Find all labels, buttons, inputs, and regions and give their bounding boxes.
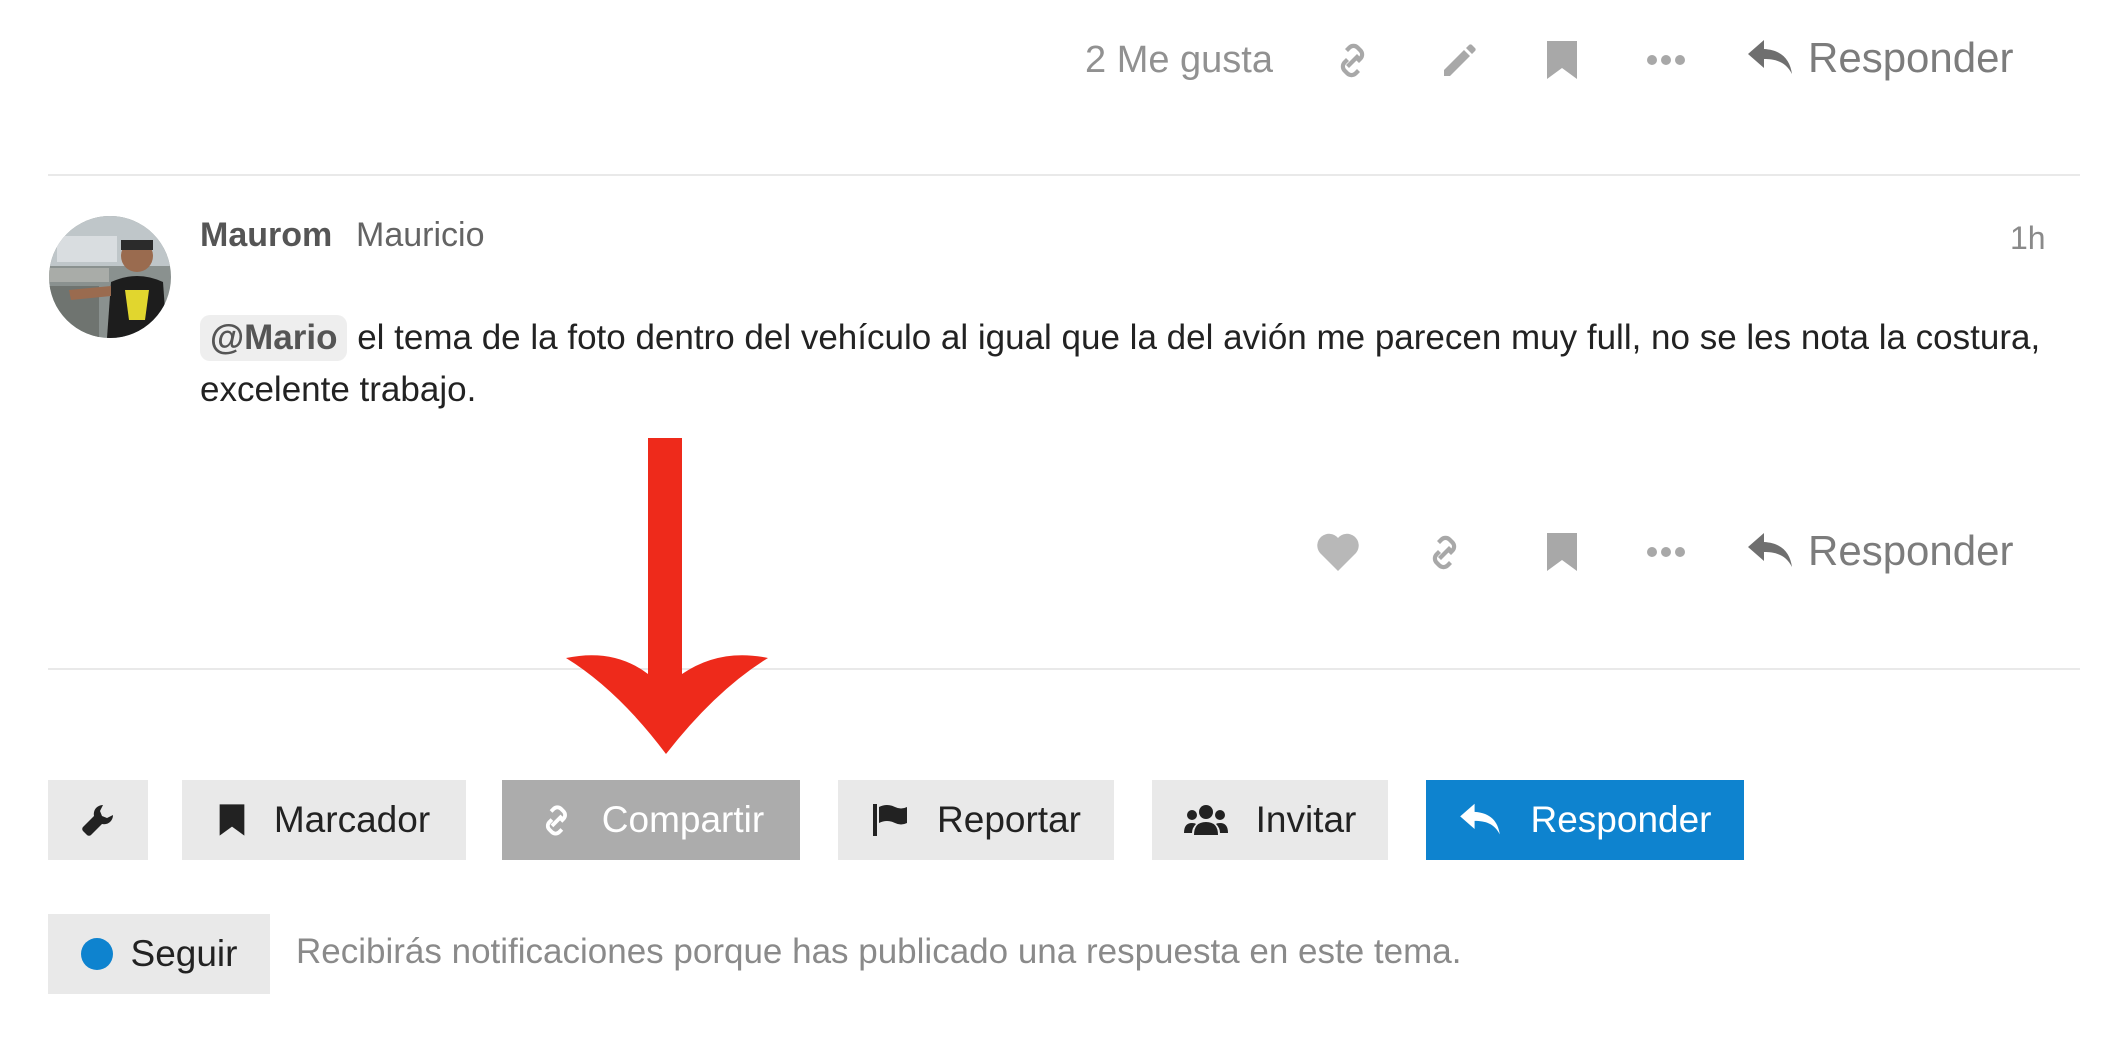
wrench-icon <box>82 804 114 836</box>
post-username[interactable]: Maurom <box>200 216 332 255</box>
post-body: @Mario el tema de la foto dentro del veh… <box>200 312 2080 416</box>
invite-button[interactable]: Invitar <box>1152 780 1388 860</box>
share-label: Compartir <box>601 799 765 840</box>
post-text: el tema de la foto dentro del vehículo a… <box>200 318 2041 409</box>
link-icon[interactable] <box>1414 522 1474 582</box>
avatar[interactable] <box>49 216 171 338</box>
bookmark-icon[interactable] <box>1532 30 1592 90</box>
post-time[interactable]: 1h <box>2010 220 2046 257</box>
flag-icon <box>873 804 908 836</box>
more-icon[interactable] <box>1636 30 1696 90</box>
post-divider <box>48 174 2080 176</box>
tracking-dot-icon <box>80 938 113 970</box>
more-icon[interactable] <box>1636 522 1696 582</box>
pencil-icon[interactable] <box>1428 30 1488 90</box>
reply-button-top[interactable]: Responder <box>1746 34 2013 82</box>
reply-button-post[interactable]: Responder <box>1746 527 2013 575</box>
share-button[interactable]: Compartir <box>502 780 800 860</box>
reply-icon <box>1460 803 1501 835</box>
bookmark-label: Marcador <box>273 799 431 840</box>
reply-label: Responder <box>1808 34 2014 81</box>
red-arrow-annotation <box>566 438 768 754</box>
bookmark-icon[interactable] <box>1532 522 1592 582</box>
post-fullname: Mauricio <box>356 216 485 254</box>
reply-icon <box>1748 40 1792 74</box>
bookmark-icon <box>219 804 245 836</box>
report-button[interactable]: Reportar <box>838 780 1114 860</box>
notification-reason: Recibirás notificaciones porque has publ… <box>296 932 1462 971</box>
post-divider <box>48 668 2080 670</box>
likes-count[interactable]: 2 Me gusta <box>1085 38 1273 82</box>
reply-icon <box>1748 533 1792 567</box>
reply-primary-button[interactable]: Responder <box>1426 780 1744 860</box>
link-icon[interactable] <box>1322 30 1382 90</box>
report-label: Reportar <box>937 799 1081 840</box>
bookmark-button[interactable]: Marcador <box>182 780 466 860</box>
admin-wrench-button[interactable] <box>48 780 148 860</box>
invite-label: Invitar <box>1255 799 1357 840</box>
link-icon <box>545 805 567 836</box>
reply-label: Responder <box>1530 799 1712 840</box>
reply-label: Responder <box>1808 527 2014 574</box>
heart-icon[interactable] <box>1308 522 1368 582</box>
notification-level-button[interactable]: Seguir <box>48 914 270 994</box>
user-mention[interactable]: @Mario <box>200 315 348 361</box>
follow-label: Seguir <box>130 933 238 974</box>
users-icon <box>1183 805 1228 835</box>
top-post-actions: 2 Me gusta Responder <box>0 0 2118 120</box>
